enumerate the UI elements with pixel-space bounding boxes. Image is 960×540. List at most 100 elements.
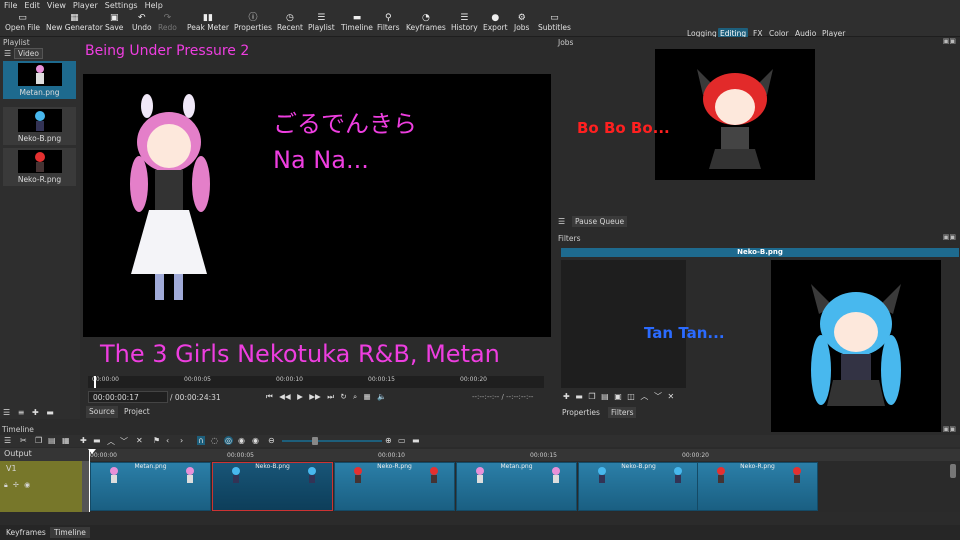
timeline-clip[interactable]: Metan.png [456, 462, 577, 511]
tab-filters[interactable]: Filters [608, 407, 637, 418]
jobs-menu-icon[interactable]: ☰ [558, 217, 565, 226]
zoom-out-icon[interactable]: ⊖ [268, 436, 275, 445]
filters-button[interactable]: ⚲ Filters [377, 13, 399, 32]
tab-properties[interactable]: Properties [559, 407, 603, 418]
skip-previous-icon[interactable]: ⏮ [266, 392, 273, 401]
ripple-all-icon[interactable]: ◉ [238, 436, 245, 445]
next-marker-icon[interactable]: › [180, 436, 183, 445]
add-icon[interactable]: ✚ [32, 408, 39, 417]
timeline-clip[interactable]: Neko-B.png [578, 462, 699, 511]
menu-settings[interactable]: Settings [101, 0, 141, 10]
tab-project[interactable]: Project [121, 406, 153, 418]
menu-help[interactable]: Help [141, 0, 166, 10]
add-icon[interactable]: ✚ [80, 436, 87, 445]
rewind-icon[interactable]: ◀◀ [279, 392, 291, 401]
tab-source[interactable]: Source [86, 406, 118, 418]
history-button[interactable]: ☰ History [451, 13, 478, 32]
timeline-clip-selected[interactable]: Neko-B.png [212, 462, 333, 511]
ripple-markers-icon[interactable]: ◉ [252, 436, 259, 445]
snap-icon[interactable]: ∩ [197, 436, 205, 445]
append-icon[interactable]: ▦ [62, 436, 70, 445]
properties-button[interactable]: ⓘ Properties [234, 13, 272, 32]
playlist-item[interactable]: Neko-R.png [3, 148, 76, 186]
play-icon[interactable]: ▶ [297, 392, 303, 401]
cut-icon[interactable]: ✂ [20, 436, 27, 445]
grid-icon[interactable]: ▦ [364, 392, 371, 401]
timeline-clip[interactable]: Metan.png [90, 462, 211, 511]
timeline-ruler[interactable]: 00:00:00 00:00:05 00:00:10 00:00:15 00:0… [88, 449, 960, 461]
loop-icon[interactable]: ↻ [340, 392, 346, 401]
playlist-menu-icon[interactable]: ☰ [3, 408, 10, 417]
volume-icon[interactable]: 🔈 [377, 392, 386, 401]
move-down-icon[interactable]: ﹀ [654, 392, 662, 401]
subtitles-button[interactable]: ▭ Subtitles [538, 13, 571, 32]
tab-keyframes[interactable]: Keyframes [2, 527, 50, 538]
record-audio-icon[interactable]: ▬ [412, 436, 420, 445]
timeline-menu-icon[interactable]: ☰ [4, 436, 11, 445]
peak-meter-button[interactable]: ▮▮ Peak Meter [187, 13, 229, 32]
dock-buttons-icon[interactable]: ▣▣ [943, 425, 956, 433]
scrollbar-handle[interactable] [950, 464, 956, 478]
new-generator-button[interactable]: ▦ New Generator [46, 13, 103, 32]
fast-forward-icon[interactable]: ▶▶ [309, 392, 321, 401]
menu-view[interactable]: View [43, 0, 69, 10]
playlist-item[interactable]: Neko-B.png [3, 107, 76, 145]
zoom-slider[interactable] [282, 440, 382, 442]
menu-file[interactable]: File [0, 0, 20, 10]
eye-icon[interactable]: ◉ [24, 481, 30, 489]
lift-icon[interactable]: ︿ [107, 436, 115, 447]
marker-icon[interactable]: ⚑ [153, 436, 160, 445]
deselect-icon[interactable]: ◫ [627, 392, 635, 401]
split-icon[interactable]: ✕ [136, 436, 143, 445]
video-preview[interactable]: ごるでんきら Na Na... [83, 74, 551, 337]
remove-icon[interactable]: ▬ [93, 436, 101, 445]
move-up-icon[interactable]: ︿ [640, 392, 648, 401]
timeline-clip[interactable]: Neko-R.png [697, 462, 818, 511]
add-filter-icon[interactable]: ✚ [563, 392, 570, 401]
scrub-icon[interactable]: ◌ [211, 436, 218, 445]
playlist-button[interactable]: ☰ Playlist [308, 13, 335, 32]
open-file-button[interactable]: ▭ Open File [5, 13, 40, 32]
pause-queue-button[interactable]: Pause Queue [572, 216, 628, 227]
menu-edit[interactable]: Edit [20, 0, 43, 10]
remove-filter-icon[interactable]: ▬ [575, 392, 583, 401]
prev-marker-icon[interactable]: ‹ [166, 436, 169, 445]
playlist-menu-icon[interactable]: ☰ [4, 49, 11, 58]
list-view-icon[interactable]: ≡ [18, 408, 25, 417]
zoom-slider-handle[interactable] [312, 437, 318, 445]
playlist-item[interactable]: Metan.png [3, 61, 76, 99]
skip-next-icon[interactable]: ⏭ [327, 392, 334, 401]
copy-icon[interactable]: ❐ [35, 436, 42, 445]
ripple-icon[interactable]: ◎ [224, 436, 233, 445]
close-icon[interactable]: ✕ [668, 392, 675, 401]
export-button[interactable]: ● Export [483, 13, 508, 32]
recent-button[interactable]: ◷ Recent [277, 13, 303, 32]
save-preset-icon[interactable]: ▣ [614, 392, 622, 401]
paste-filter-icon[interactable]: ▤ [601, 392, 609, 401]
lock-icon[interactable]: 🔒︎ [4, 481, 8, 489]
overwrite-icon[interactable]: ﹀ [120, 436, 128, 447]
playlist-filter-select[interactable]: Video [14, 48, 44, 59]
redo-button[interactable]: ↷ Redo [158, 13, 177, 32]
player-time-ruler[interactable]: 00:00:00 00:00:05 00:00:10 00:00:15 00:0… [88, 376, 544, 388]
dock-buttons-icon[interactable]: ▣▣ [943, 233, 956, 241]
zoom-icon[interactable]: ⌕ [353, 392, 357, 401]
output-track-header[interactable]: Output [0, 448, 90, 461]
jobs-button[interactable]: ⚙ Jobs [514, 13, 529, 32]
track-v1[interactable]: Metan.png Neko-B.png Neko-R.png Metan.pn… [89, 449, 960, 512]
remove-icon[interactable]: ▬ [46, 408, 54, 417]
zoom-in-icon[interactable]: ⊕ [385, 436, 392, 445]
paste-icon[interactable]: ▤ [48, 436, 56, 445]
composite-icon[interactable]: ✢ [13, 481, 19, 489]
zoom-fit-icon[interactable]: ▭ [398, 436, 406, 445]
timecode-position[interactable]: 00:00:00:17 [88, 391, 168, 403]
tab-timeline[interactable]: Timeline [50, 527, 90, 538]
timeline-clip[interactable]: Neko-R.png [334, 462, 455, 511]
track-header-v1[interactable]: V1 🔒︎ ✢ ◉ [0, 461, 82, 512]
menu-player[interactable]: Player [69, 0, 101, 10]
save-button[interactable]: ▣ Save [105, 13, 123, 32]
keyframes-button[interactable]: ◔ Keyframes [406, 13, 446, 32]
dock-buttons-icon[interactable]: ▣▣ [943, 37, 956, 45]
playhead[interactable] [94, 376, 96, 388]
copy-filter-icon[interactable]: ❐ [588, 392, 595, 401]
